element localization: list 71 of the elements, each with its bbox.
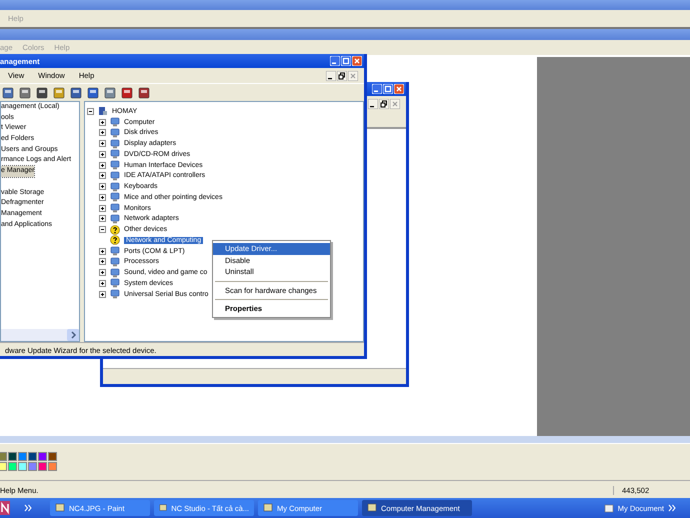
color-swatch[interactable] — [0, 452, 7, 461]
device-icon — [110, 192, 120, 202]
app-icon[interactable] — [0, 501, 10, 515]
color-swatch[interactable] — [38, 452, 47, 461]
minimize-icon[interactable] — [368, 98, 378, 108]
device-icon — [110, 182, 120, 192]
device-icon — [110, 170, 120, 181]
color-swatch[interactable] — [8, 462, 17, 471]
expand-toggle-icon[interactable] — [99, 269, 106, 276]
device-icon — [110, 203, 120, 214]
toolbar-icon[interactable] — [104, 86, 116, 98]
device-icon — [110, 214, 120, 224]
expand-toggle-icon[interactable] — [99, 150, 106, 158]
toolbar-icon[interactable] — [2, 86, 14, 98]
device-icon — [110, 256, 120, 267]
expand-toggle-icon[interactable] — [99, 172, 106, 180]
expand-toggle-icon[interactable] — [99, 248, 106, 255]
device-icon — [110, 138, 120, 149]
device-icon — [110, 117, 120, 128]
expand-toggle-icon[interactable] — [99, 258, 106, 266]
expand-toggle-icon[interactable] — [99, 280, 106, 287]
expand-toggle-icon[interactable] — [99, 129, 106, 136]
expand-toggle-icon[interactable] — [99, 162, 106, 169]
color-swatch[interactable] — [28, 462, 37, 471]
restore-icon[interactable] — [337, 70, 347, 80]
expand-toggle-icon[interactable] — [99, 118, 106, 126]
color-swatch[interactable] — [48, 452, 57, 461]
window-icon — [367, 503, 377, 513]
toolbar-icon[interactable] — [36, 86, 48, 98]
maximize-icon[interactable] — [383, 84, 393, 94]
expand-toggle-icon[interactable] — [99, 183, 106, 190]
scroll-right-icon[interactable] — [67, 329, 79, 341]
window-icon — [159, 503, 168, 513]
maximize-icon[interactable] — [341, 56, 351, 66]
color-swatch[interactable] — [0, 462, 7, 471]
toolbar-icon[interactable] — [70, 86, 82, 98]
device-icon — [110, 268, 120, 278]
expand-toggle-icon[interactable] — [99, 290, 106, 298]
expand-toggle-icon[interactable] — [99, 140, 106, 148]
color-swatch[interactable] — [18, 462, 27, 471]
color-swatch[interactable] — [38, 462, 47, 471]
computer-icon — [98, 106, 108, 116]
device-icon — [110, 149, 120, 160]
color-swatch[interactable] — [48, 462, 57, 471]
expand-toggle-icon[interactable] — [99, 215, 106, 222]
color-swatch[interactable] — [8, 452, 17, 461]
toolbar-icon[interactable] — [19, 86, 31, 98]
expand-toggle-icon[interactable] — [99, 194, 106, 201]
device-icon — [110, 128, 120, 138]
restore-icon[interactable] — [379, 98, 389, 108]
toolbar-icon[interactable] — [138, 86, 150, 98]
warning-device-icon — [110, 224, 120, 235]
scrollbar[interactable] — [0, 436, 690, 443]
device-icon — [110, 278, 120, 288]
chevron-icon[interactable] — [24, 504, 32, 512]
expand-toggle-icon[interactable] — [87, 108, 94, 115]
toolbar-icon[interactable] — [87, 86, 99, 98]
device-icon — [110, 160, 120, 170]
expand-toggle-icon[interactable] — [99, 226, 106, 234]
toolbar-icon[interactable] — [53, 86, 65, 98]
color-swatch[interactable] — [28, 452, 37, 461]
device-icon — [110, 289, 120, 300]
toolbar-icon[interactable] — [121, 86, 133, 98]
warning-device-icon — [110, 235, 120, 246]
color-swatch[interactable] — [18, 452, 27, 461]
chevron-icon[interactable] — [668, 504, 676, 512]
window-icon — [55, 503, 65, 513]
window-icon — [263, 503, 273, 513]
expand-toggle-icon[interactable] — [99, 204, 106, 212]
device-icon — [110, 246, 120, 256]
minimize-icon[interactable] — [326, 70, 336, 80]
